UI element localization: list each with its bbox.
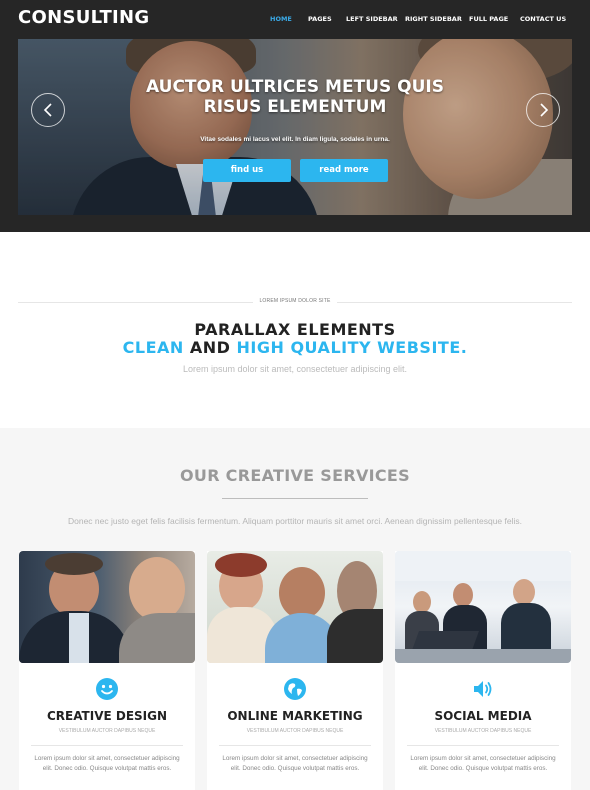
nav-item-full-page[interactable]: FULL PAGE [469, 15, 508, 23]
services-title-rule [222, 498, 368, 499]
service-card-text: Lorem ipsum dolor sit amet, consectetuer… [34, 755, 180, 772]
hero-slide-image [18, 39, 572, 215]
service-card-title: CREATIVE DESIGN [46, 709, 168, 723]
parallax-caption: LOREM IPSUM DOLOR SITE [0, 298, 590, 304]
chevron-left-icon [43, 103, 52, 117]
slider-next-button[interactable] [526, 93, 560, 127]
service-card-title: ONLINE MARKETING [227, 709, 363, 723]
hero-title-line2: RISUS ELEMENTUM [203, 97, 387, 117]
hero-section [0, 38, 590, 232]
services-title: OUR CREATIVE SERVICES [180, 466, 410, 485]
services-section: OUR CREATIVE SERVICES Donec nec justo eg… [0, 428, 590, 790]
service-card-text: Lorem ipsum dolor sit amet, consectetuer… [410, 755, 556, 772]
globe-icon [284, 678, 306, 700]
read-more-button[interactable]: read more [300, 159, 388, 182]
main-nav: HOME PAGES LEFT SIDEBAR RIGHT SIDEBAR FU… [0, 15, 590, 27]
parallax-heading: PARALLAX ELEMENTS [194, 320, 396, 339]
service-card-social-media: SOCIAL MEDIA VESTIBULUM AUCTOR DAPIBUS N… [395, 551, 571, 790]
service-card-divider [219, 745, 371, 746]
hero-subtitle: Vitae sodales mi lacus vel elit. In diam… [200, 136, 390, 143]
service-card-online-marketing: ONLINE MARKETING VESTIBULUM AUCTOR DAPIB… [207, 551, 383, 790]
parallax-text: Lorem ipsum dolor sit amet, consectetuer… [182, 364, 408, 374]
parallax-subheading: CLEAN AND HIGH QUALITY WEBSITE. [122, 338, 468, 357]
service-card-image [19, 551, 195, 663]
nav-item-contact-us[interactable]: CONTACT US [520, 15, 566, 23]
service-card-subtitle: VESTIBULUM AUCTOR DAPIBUS NEQUE [246, 728, 344, 734]
slider-prev-button[interactable] [31, 93, 65, 127]
top-navbar: CONSULTING HOME PAGES LEFT SIDEBAR RIGHT… [0, 0, 590, 38]
nav-item-home[interactable]: HOME [270, 15, 292, 23]
nav-item-right-sidebar[interactable]: RIGHT SIDEBAR [405, 15, 462, 23]
smiley-icon [96, 678, 118, 700]
hero-title-line1: AUCTOR ULTRICES METUS QUIS [146, 77, 444, 97]
service-card-text: Lorem ipsum dolor sit amet, consectetuer… [222, 755, 368, 772]
service-card-divider [407, 745, 559, 746]
service-card-creative-design: CREATIVE DESIGN VESTIBULUM AUCTOR DAPIBU… [19, 551, 195, 790]
find-us-button[interactable]: find us [203, 159, 291, 182]
services-intro-text: Donec nec justo eget felis facilisis fer… [67, 516, 522, 526]
chevron-right-icon [540, 103, 549, 117]
nav-item-left-sidebar[interactable]: LEFT SIDEBAR [346, 15, 398, 23]
service-card-title: SOCIAL MEDIA [434, 709, 532, 723]
service-card-image [207, 551, 383, 663]
service-card-divider [31, 745, 183, 746]
service-card-subtitle: VESTIBULUM AUCTOR DAPIBUS NEQUE [58, 728, 156, 734]
service-card-subtitle: VESTIBULUM AUCTOR DAPIBUS NEQUE [434, 728, 532, 734]
speaker-icon [474, 681, 492, 697]
nav-item-pages[interactable]: PAGES [308, 15, 332, 23]
service-card-image [395, 551, 571, 663]
